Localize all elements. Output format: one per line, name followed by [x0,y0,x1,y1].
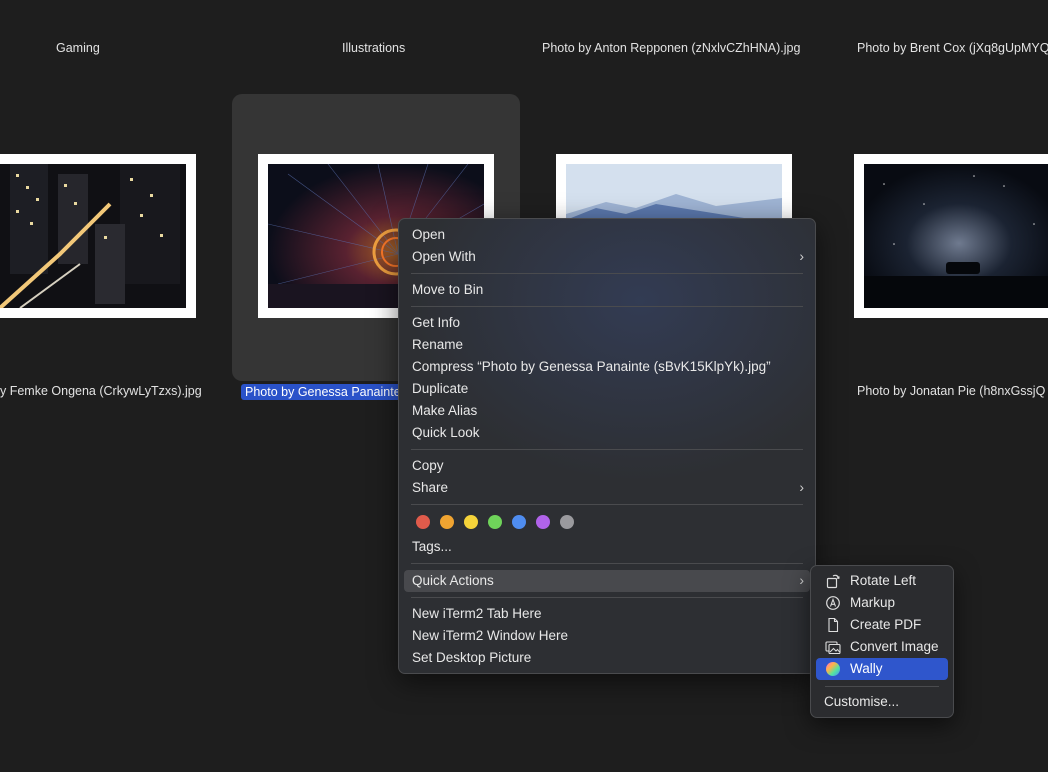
menu-item-share[interactable]: Share › [404,477,810,499]
folder-label-illustrations[interactable]: Illustrations [342,41,405,55]
menu-item-label: Copy [412,458,444,473]
menu-item-label: Tags... [412,539,452,554]
menu-item-quick-actions[interactable]: Quick Actions › [404,570,810,592]
chevron-right-icon: › [799,248,804,264]
menu-item-open[interactable]: Open [404,224,810,246]
context-menu: Open Open With › Move to Bin Get Info Ren… [398,218,816,674]
menu-item-compress[interactable]: Compress “Photo by Genessa Panainte (sBv… [404,356,810,378]
submenu-item-label: Customise... [824,694,900,709]
file-label-genessa-selected[interactable]: Photo by Genessa Panainte [241,384,403,400]
tag-green[interactable] [488,515,502,529]
menu-item-label: Quick Actions [412,573,494,588]
quick-actions-submenu: Rotate Left Markup Create PDF Convert Im… [810,565,954,718]
menu-item-quick-look[interactable]: Quick Look [404,422,810,444]
menu-separator [411,597,803,598]
submenu-item-rotate-left[interactable]: Rotate Left [816,570,948,592]
markup-icon [825,595,841,611]
menu-item-make-alias[interactable]: Make Alias [404,400,810,422]
folder-label-gaming[interactable]: Gaming [56,41,100,55]
chevron-right-icon: › [799,479,804,495]
menu-item-new-iterm-window[interactable]: New iTerm2 Window Here [404,625,810,647]
menu-separator [411,449,803,450]
menu-item-move-to-bin[interactable]: Move to Bin [404,279,810,301]
menu-item-rename[interactable]: Rename [404,334,810,356]
submenu-item-markup[interactable]: Markup [816,592,948,614]
convert-image-icon [825,639,841,655]
menu-item-label: Move to Bin [412,282,484,297]
menu-separator [411,306,803,307]
tag-blue[interactable] [512,515,526,529]
file-label-anton[interactable]: Photo by Anton Repponen (zNxlvCZhHNA).jp… [542,41,800,55]
file-label-femke[interactable]: y Femke Ongena (CrkywLyTzxs).jpg [0,384,202,398]
menu-item-new-iterm-tab[interactable]: New iTerm2 Tab Here [404,603,810,625]
night-sky-image [864,164,1048,308]
tag-purple[interactable] [536,515,550,529]
menu-item-label: Get Info [412,315,461,330]
submenu-item-label: Wally [850,661,883,676]
menu-item-label: Quick Look [412,425,480,440]
tag-gray[interactable] [560,515,574,529]
menu-separator [411,563,803,564]
submenu-item-label: Create PDF [850,617,922,632]
menu-item-label: Open With [412,249,476,264]
menu-item-label: Set Desktop Picture [412,650,532,665]
wally-app-icon [825,661,841,677]
chevron-right-icon: › [799,572,804,588]
menu-item-label: New iTerm2 Window Here [412,628,569,643]
menu-item-tags[interactable]: Tags... [404,536,810,558]
city-night-image [0,164,186,308]
menu-item-label: Compress “Photo by Genessa Panainte (sBv… [412,359,771,374]
submenu-item-label: Convert Image [850,639,939,654]
submenu-item-label: Rotate Left [850,573,917,588]
submenu-item-create-pdf[interactable]: Create PDF [816,614,948,636]
menu-item-label: Rename [412,337,464,352]
submenu-item-customise[interactable]: Customise... [816,691,948,713]
menu-separator [825,686,939,687]
tag-orange[interactable] [440,515,454,529]
menu-item-open-with[interactable]: Open With › [404,246,810,268]
thumbnail-jonatan[interactable] [854,154,1048,318]
document-icon [825,617,841,633]
menu-item-label: New iTerm2 Tab Here [412,606,542,621]
thumbnail-femke[interactable] [0,154,196,318]
menu-item-label: Duplicate [412,381,469,396]
menu-separator [411,273,803,274]
menu-item-get-info[interactable]: Get Info [404,312,810,334]
submenu-item-label: Markup [850,595,896,610]
submenu-item-wally[interactable]: Wally [816,658,948,680]
menu-item-duplicate[interactable]: Duplicate [404,378,810,400]
menu-item-label: Share [412,480,449,495]
menu-item-set-desktop-picture[interactable]: Set Desktop Picture [404,647,810,669]
tag-yellow[interactable] [464,515,478,529]
menu-item-copy[interactable]: Copy [404,455,810,477]
submenu-item-convert-image[interactable]: Convert Image [816,636,948,658]
menu-item-label: Open [412,227,446,242]
tag-red[interactable] [416,515,430,529]
menu-item-label: Make Alias [412,403,478,418]
menu-separator [411,504,803,505]
rotate-left-icon [825,573,841,589]
file-label-brent[interactable]: Photo by Brent Cox (jXq8gUpMYQ [857,41,1048,55]
file-label-jonatan[interactable]: Photo by Jonatan Pie (h8nxGssjQ [857,384,1045,398]
